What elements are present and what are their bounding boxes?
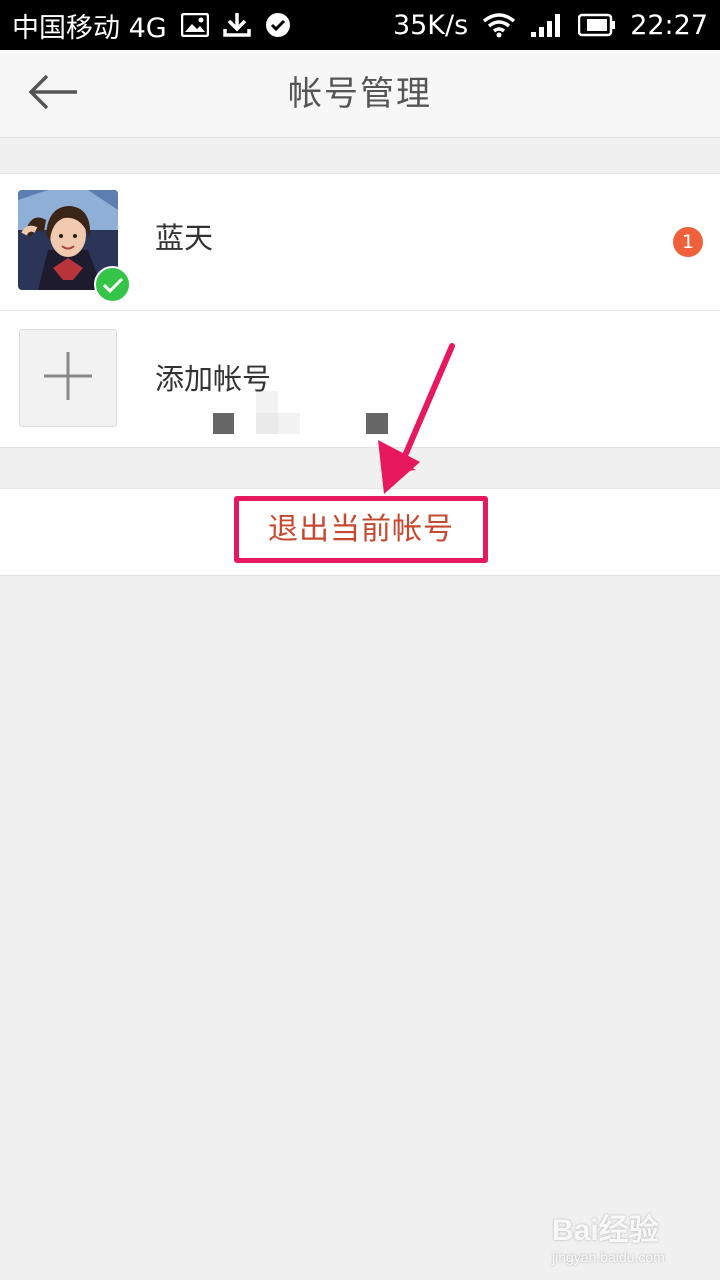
add-account-label: 添加帐号: [155, 362, 272, 396]
watermark-logo: Bai经验: [552, 1214, 659, 1247]
app-header: 帐号管理: [0, 50, 720, 138]
net-speed: 35K/s: [392, 9, 469, 41]
plus-icon: [42, 350, 94, 406]
signal-icon: [530, 12, 564, 38]
account-row[interactable]: 蓝天: [0, 174, 720, 434]
add-account-button[interactable]: [19, 329, 117, 427]
selected-check-icon: [94, 266, 131, 303]
page-title: 帐号管理: [288, 74, 432, 114]
clock: 22:27: [630, 9, 708, 41]
unread-count-badge: 1: [673, 227, 703, 257]
account-list: 蓝天 1 添加帐号: [0, 173, 720, 448]
account-name: 蓝天: [155, 221, 214, 255]
carrier-label: 中国移动 4G: [12, 12, 167, 44]
download-icon: [222, 11, 251, 39]
status-bar: 中国移动 4G 35K/s 22:27: [0, 0, 720, 50]
baidu-jingyan-watermark: Bai经验 jingyan.baidu.com: [552, 1205, 692, 1265]
annotation-arrow-icon: [378, 343, 455, 494]
watermark-url: jingyan.baidu.com: [552, 1249, 665, 1265]
wifi-icon: [482, 12, 516, 38]
logout-button[interactable]: 退出当前帐号: [234, 496, 488, 563]
add-account-row[interactable]: 添加帐号: [0, 311, 720, 448]
check-circle-icon: [265, 12, 291, 38]
battery-icon: [578, 13, 616, 37]
image-icon: [180, 13, 209, 37]
